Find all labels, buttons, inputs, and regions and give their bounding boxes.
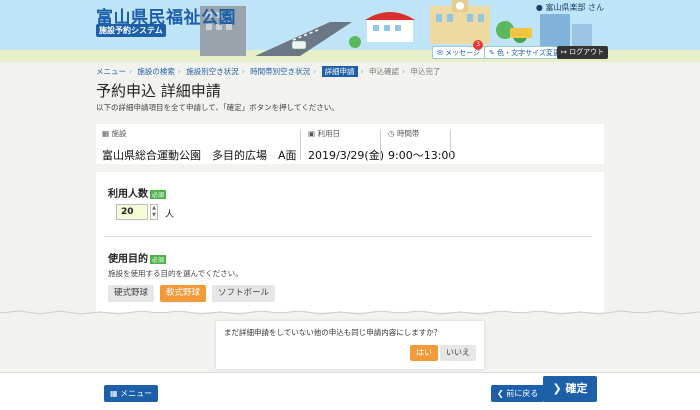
breadcrumb-search[interactable]: 施設の検索 bbox=[137, 67, 175, 76]
site-header: 富山県民福祉公園 施設予約システム ● 富山県楽部 さん ✉ メッセージ 3 ✎… bbox=[0, 0, 700, 62]
purpose-help-text: 施設を使用する目的を選んでください。 bbox=[108, 269, 243, 278]
time-value: 9:00～13:00 bbox=[388, 149, 456, 162]
date-label: 利用日 bbox=[317, 129, 340, 138]
building-icon: ▦ bbox=[102, 129, 110, 138]
dialog-message: まだ詳細申請をしていない他の申込も同じ申請内容にしますか？ bbox=[224, 328, 442, 337]
purpose-option-softball-rubber[interactable]: 軟式野球 bbox=[160, 285, 207, 302]
breadcrumb-time-availability[interactable]: 時間帯別空き状況 bbox=[250, 67, 310, 76]
summary-facility: ▦ 施設 富山県総合運動公園 多目的広場 A面 bbox=[102, 128, 297, 163]
summary-divider bbox=[450, 130, 451, 160]
time-label-row: ◷ 時間帯 bbox=[388, 128, 455, 139]
user-icon: ● bbox=[535, 3, 543, 12]
purpose-option-softball[interactable]: ソフトボール bbox=[212, 285, 276, 302]
confirm-button-label: 確定 bbox=[565, 382, 588, 395]
color-size-button[interactable]: ✎ 色・文字サイズ変更 bbox=[484, 46, 565, 59]
required-badge: 必須 bbox=[150, 254, 167, 264]
chevron-right-icon: ❯ bbox=[552, 382, 562, 395]
people-count-spinner[interactable]: ▲ ▼ bbox=[150, 204, 158, 220]
message-count-badge: 3 bbox=[473, 40, 483, 50]
facility-label: 施設 bbox=[111, 129, 127, 138]
pen-icon: ✎ bbox=[489, 49, 495, 57]
grid-icon: ▦ bbox=[110, 389, 118, 398]
color-size-label: 色・文字サイズ変更 bbox=[497, 49, 560, 57]
back-button-label: 前に戻る bbox=[506, 389, 539, 398]
field-divider bbox=[104, 236, 592, 237]
required-badge: 必須 bbox=[150, 189, 167, 199]
logout-icon: ↦ bbox=[561, 48, 567, 56]
breadcrumb-separator: › bbox=[177, 67, 181, 76]
breadcrumb-separator: › bbox=[313, 67, 317, 76]
message-icon: ✉ bbox=[437, 49, 443, 57]
breadcrumb-separator: › bbox=[241, 67, 245, 76]
logout-label: ログアウト bbox=[569, 48, 605, 56]
breadcrumb-confirm: 申込確認 bbox=[368, 67, 399, 76]
purpose-label: 使用目的 bbox=[108, 254, 148, 265]
breadcrumb-facility-availability[interactable]: 施設別空き状況 bbox=[186, 67, 239, 76]
confirm-button[interactable]: ❯ 確定 bbox=[543, 376, 597, 402]
date-value: 2019/3/29(金) bbox=[308, 149, 384, 162]
user-info: ● 富山県楽部 さん bbox=[536, 2, 604, 13]
people-count-input[interactable]: 20 bbox=[116, 204, 148, 220]
apply-to-others-dialog: まだ詳細申請をしていない他の申込も同じ申請内容にしますか？ はい いいえ bbox=[216, 321, 484, 369]
time-label: 時間帯 bbox=[396, 129, 420, 138]
breadcrumb-separator: › bbox=[360, 67, 364, 76]
no-button[interactable]: いいえ bbox=[440, 345, 476, 361]
breadcrumb-separator: › bbox=[401, 67, 405, 76]
date-label-row: ▣ 利用日 bbox=[308, 128, 384, 139]
calendar-icon: ▣ bbox=[308, 129, 316, 138]
people-label: 利用人数 bbox=[108, 189, 148, 200]
user-name: 富山県楽部 さん bbox=[545, 3, 604, 12]
people-field-label: 利用人数 必須 bbox=[108, 185, 167, 200]
menu-button[interactable]: ▦ メニュー bbox=[104, 385, 159, 402]
breadcrumb-complete: 申込完了 bbox=[410, 67, 441, 76]
breadcrumb-current-detail: 詳細申請 bbox=[321, 66, 358, 77]
people-unit: 人 bbox=[165, 210, 175, 220]
page-title: 予約申込 詳細申請 bbox=[96, 82, 221, 100]
logout-button[interactable]: ↦ ログアウト bbox=[557, 46, 609, 59]
breadcrumb-separator: › bbox=[129, 67, 132, 76]
facility-label-row: ▦ 施設 bbox=[102, 128, 297, 139]
menu-button-label: メニュー bbox=[120, 389, 153, 398]
torn-edge-divider bbox=[0, 310, 700, 315]
spinner-up-icon[interactable]: ▲ bbox=[151, 205, 157, 212]
yes-button[interactable]: はい bbox=[410, 345, 438, 361]
clock-icon: ◷ bbox=[388, 129, 395, 138]
breadcrumb: メニュー › 施設の検索 › 施設別空き状況 › 時間帯別空き状況 › 詳細申請 › 申込… bbox=[96, 66, 443, 77]
spinner-down-icon[interactable]: ▼ bbox=[151, 212, 157, 219]
reservation-summary: ▦ 施設 富山県総合運動公園 多目的広場 A面 ▣ 利用日 2019/3/29(… bbox=[96, 124, 604, 164]
back-button[interactable]: ❮ 前に戻る bbox=[491, 385, 545, 402]
messages-label: メッセージ bbox=[445, 49, 480, 57]
breadcrumb-menu[interactable]: メニュー bbox=[96, 67, 126, 76]
chevron-left-icon: ❮ bbox=[497, 389, 504, 398]
site-subtitle: 施設予約システム bbox=[96, 24, 166, 37]
footer-bar: ▦ メニュー ❮ 前に戻る ❯ 確定 bbox=[0, 372, 700, 410]
summary-time: ◷ 時間帯 9:00～13:00 bbox=[388, 128, 455, 163]
page-description: 以下の詳細申請項目を全て申請して、「確定」ボタンを押してください。 bbox=[96, 103, 339, 112]
summary-date: ▣ 利用日 2019/3/29(金) bbox=[308, 128, 384, 163]
purpose-field-label: 使用目的 必須 bbox=[108, 250, 167, 265]
detail-form: 利用人数 必須 20 ▲ ▼ 人 使用目的 必須 施設を使用する目的を選んでください… bbox=[96, 172, 604, 312]
purpose-option-hardball[interactable]: 硬式野球 bbox=[108, 285, 155, 302]
facility-value: 富山県総合運動公園 多目的広場 A面 bbox=[102, 149, 297, 162]
summary-divider bbox=[380, 130, 381, 160]
summary-divider bbox=[300, 130, 301, 160]
